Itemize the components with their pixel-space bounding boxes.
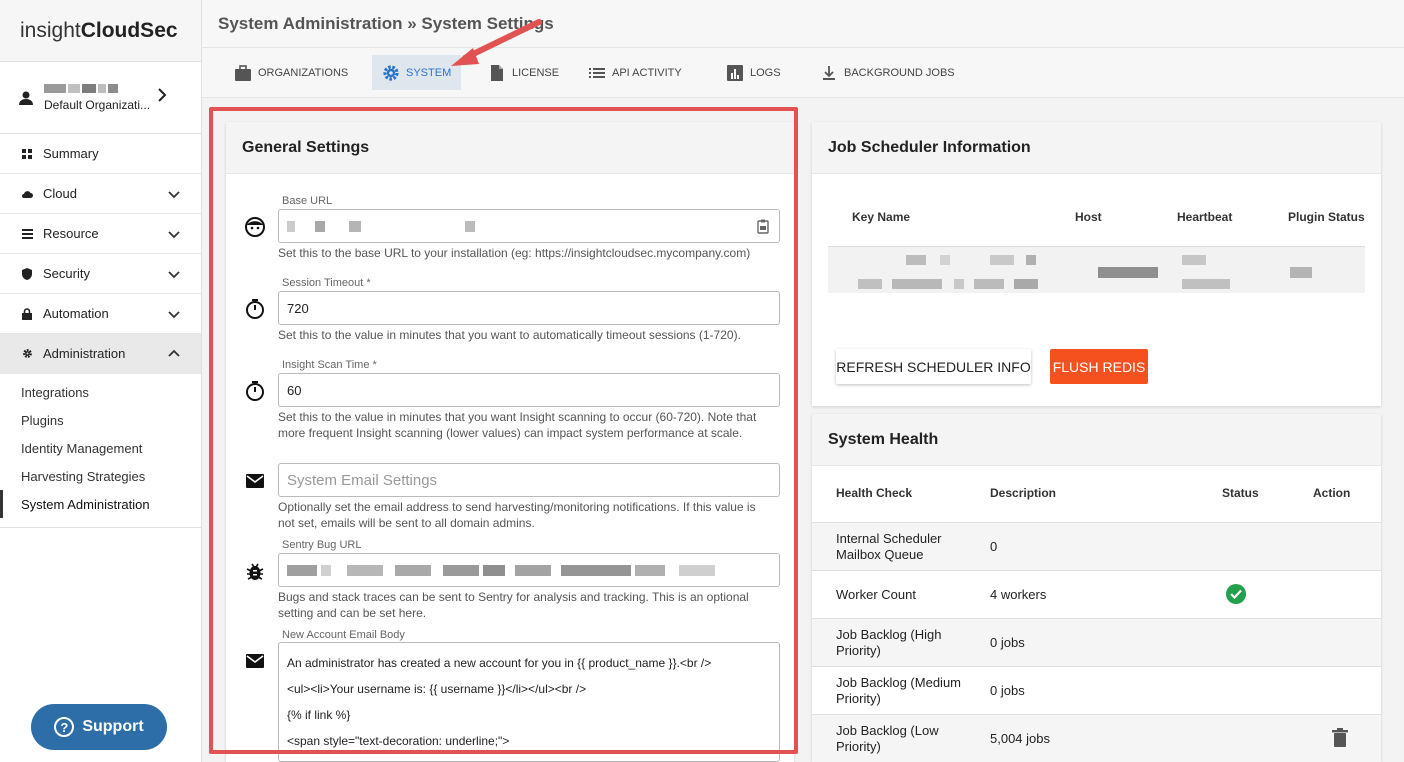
- sidebar-subitem-integrations[interactable]: Integrations: [0, 378, 201, 406]
- sidebar: insight CloudSec Default Organizati... Su…: [0, 0, 202, 762]
- support-label: Support: [82, 718, 144, 735]
- system-health-card: System Health Health Check Description S…: [812, 414, 1381, 762]
- health-check-description: 0: [990, 539, 998, 554]
- chevron-down-icon: [168, 191, 180, 199]
- chevron-down-icon: [168, 271, 180, 279]
- health-check-description: 0 jobs: [990, 683, 1025, 698]
- sidebar-item-label: Administration: [43, 346, 126, 361]
- page-header: System Administration » System Settings: [202, 0, 1404, 48]
- health-check-name-2: Priority): [836, 691, 881, 706]
- support-button[interactable]: ? Support: [31, 704, 167, 750]
- table-row: Job Backlog (High Priority) 0 jobs: [812, 618, 1381, 666]
- sidebar-item-resource[interactable]: Resource: [0, 214, 201, 254]
- tab-label: BACKGROUND JOBS: [844, 66, 955, 79]
- person-icon: [19, 91, 33, 105]
- tab-label: API ACTIVITY: [612, 66, 682, 79]
- tab-api-activity[interactable]: API ACTIVITY: [578, 55, 692, 90]
- org-name: Default Organizati...: [44, 97, 151, 112]
- gear-icon: [383, 64, 399, 81]
- app-logo[interactable]: insight CloudSec: [0, 0, 201, 62]
- tab-label: ORGANIZATIONS: [258, 66, 349, 79]
- health-check-name: Job Backlog (High: [836, 627, 942, 642]
- column-header: Plugin Status: [1288, 210, 1365, 224]
- tab-background-jobs[interactable]: BACKGROUND JOBS: [810, 55, 965, 90]
- health-check-name: Internal Scheduler: [836, 531, 942, 546]
- trash-icon[interactable]: [1331, 728, 1349, 748]
- column-header: Host: [1075, 210, 1102, 224]
- health-check-description: 0 jobs: [990, 635, 1025, 650]
- chevron-up-icon: [168, 349, 180, 357]
- annotation-arrow-icon: [451, 19, 542, 66]
- bar-chart-icon: [727, 64, 743, 81]
- tab-label: LOGS: [750, 66, 781, 79]
- health-check-description: 5,004 jobs: [990, 731, 1050, 746]
- list-icon: [589, 67, 605, 78]
- sidebar-item-cloud[interactable]: Cloud: [0, 174, 201, 214]
- health-check-name: Job Backlog (Low: [836, 723, 939, 738]
- list-icon: [21, 228, 33, 240]
- chevron-right-icon: [158, 88, 167, 102]
- table-row: [828, 246, 1365, 293]
- sidebar-item-automation[interactable]: Automation: [0, 294, 201, 334]
- check-circle-icon: [1226, 584, 1246, 604]
- system-health-table-header: Health Check Description Status Action: [812, 486, 1381, 516]
- sidebar-item-label: Cloud: [43, 186, 77, 201]
- health-check-name: Worker Count: [836, 587, 916, 602]
- sidebar-item-label: Automation: [43, 306, 109, 321]
- help-icon: ?: [54, 717, 75, 737]
- health-check-description: 4 workers: [990, 587, 1047, 602]
- sidebar-subitem-identity-management[interactable]: Identity Management: [0, 434, 201, 462]
- gear-icon: [21, 348, 33, 360]
- table-row: Job Backlog (Low Priority) 5,004 jobs: [812, 714, 1381, 762]
- health-check-name-2: Mailbox Queue: [836, 547, 924, 562]
- administration-submenu: Integrations Plugins Identity Management…: [0, 374, 201, 528]
- chevron-down-icon: [168, 231, 180, 239]
- health-check-name: Job Backlog (Medium: [836, 675, 961, 690]
- lock-icon: [21, 307, 33, 320]
- sidebar-item-label: Security: [43, 266, 90, 281]
- tab-bar: ORGANIZATIONS SYSTEM LICENSE API ACTIVIT…: [202, 48, 1404, 98]
- sidebar-item-security[interactable]: Security: [0, 254, 201, 294]
- sidebar-subitem-system-administration[interactable]: System Administration: [0, 490, 201, 518]
- table-row: Job Backlog (Medium Priority) 0 jobs: [812, 666, 1381, 714]
- briefcase-icon: [235, 64, 251, 81]
- grid-icon: [21, 148, 33, 160]
- shield-icon: [21, 267, 33, 280]
- health-check-name-2: Priority): [836, 643, 881, 658]
- column-header: Health Check: [836, 486, 913, 500]
- org-user-redacted: [44, 83, 150, 93]
- tab-organizations[interactable]: ORGANIZATIONS: [224, 55, 358, 90]
- column-header: Action: [1313, 486, 1351, 500]
- table-row: Internal Scheduler Mailbox Queue 0: [812, 522, 1381, 570]
- sidebar-subitem-plugins[interactable]: Plugins: [0, 406, 201, 434]
- chevron-down-icon: [168, 311, 180, 319]
- cloud-icon: [21, 188, 33, 200]
- health-check-name-2: Priority): [836, 739, 881, 754]
- sidebar-item-summary[interactable]: Summary: [0, 134, 201, 174]
- sidebar-item-administration[interactable]: Administration: [0, 334, 201, 374]
- job-scheduler-title: Job Scheduler Information: [812, 122, 1381, 174]
- org-switcher[interactable]: Default Organizati...: [0, 62, 201, 134]
- table-row: Worker Count 4 workers: [812, 570, 1381, 618]
- column-header: Heartbeat: [1177, 210, 1233, 224]
- logo-text-bold: CloudSec: [80, 18, 178, 42]
- flush-redis-button[interactable]: FLUSH REDIS: [1050, 349, 1148, 384]
- sidebar-item-label: Resource: [43, 226, 99, 241]
- job-scheduler-card: Job Scheduler Information Key Name Host …: [812, 122, 1381, 406]
- system-health-title: System Health: [812, 414, 1381, 466]
- refresh-scheduler-button[interactable]: REFRESH SCHEDULER INFO: [836, 349, 1031, 384]
- column-header: Status: [1222, 486, 1259, 500]
- column-header: Description: [990, 486, 1057, 500]
- logo-text-light: insight: [20, 18, 81, 42]
- sidebar-item-label: Summary: [43, 146, 99, 161]
- download-icon: [823, 65, 835, 80]
- annotation-highlight-box: [209, 107, 798, 754]
- column-header: Key Name: [852, 210, 911, 224]
- tab-logs[interactable]: LOGS: [716, 55, 791, 90]
- sidebar-subitem-harvesting-strategies[interactable]: Harvesting Strategies: [0, 462, 201, 490]
